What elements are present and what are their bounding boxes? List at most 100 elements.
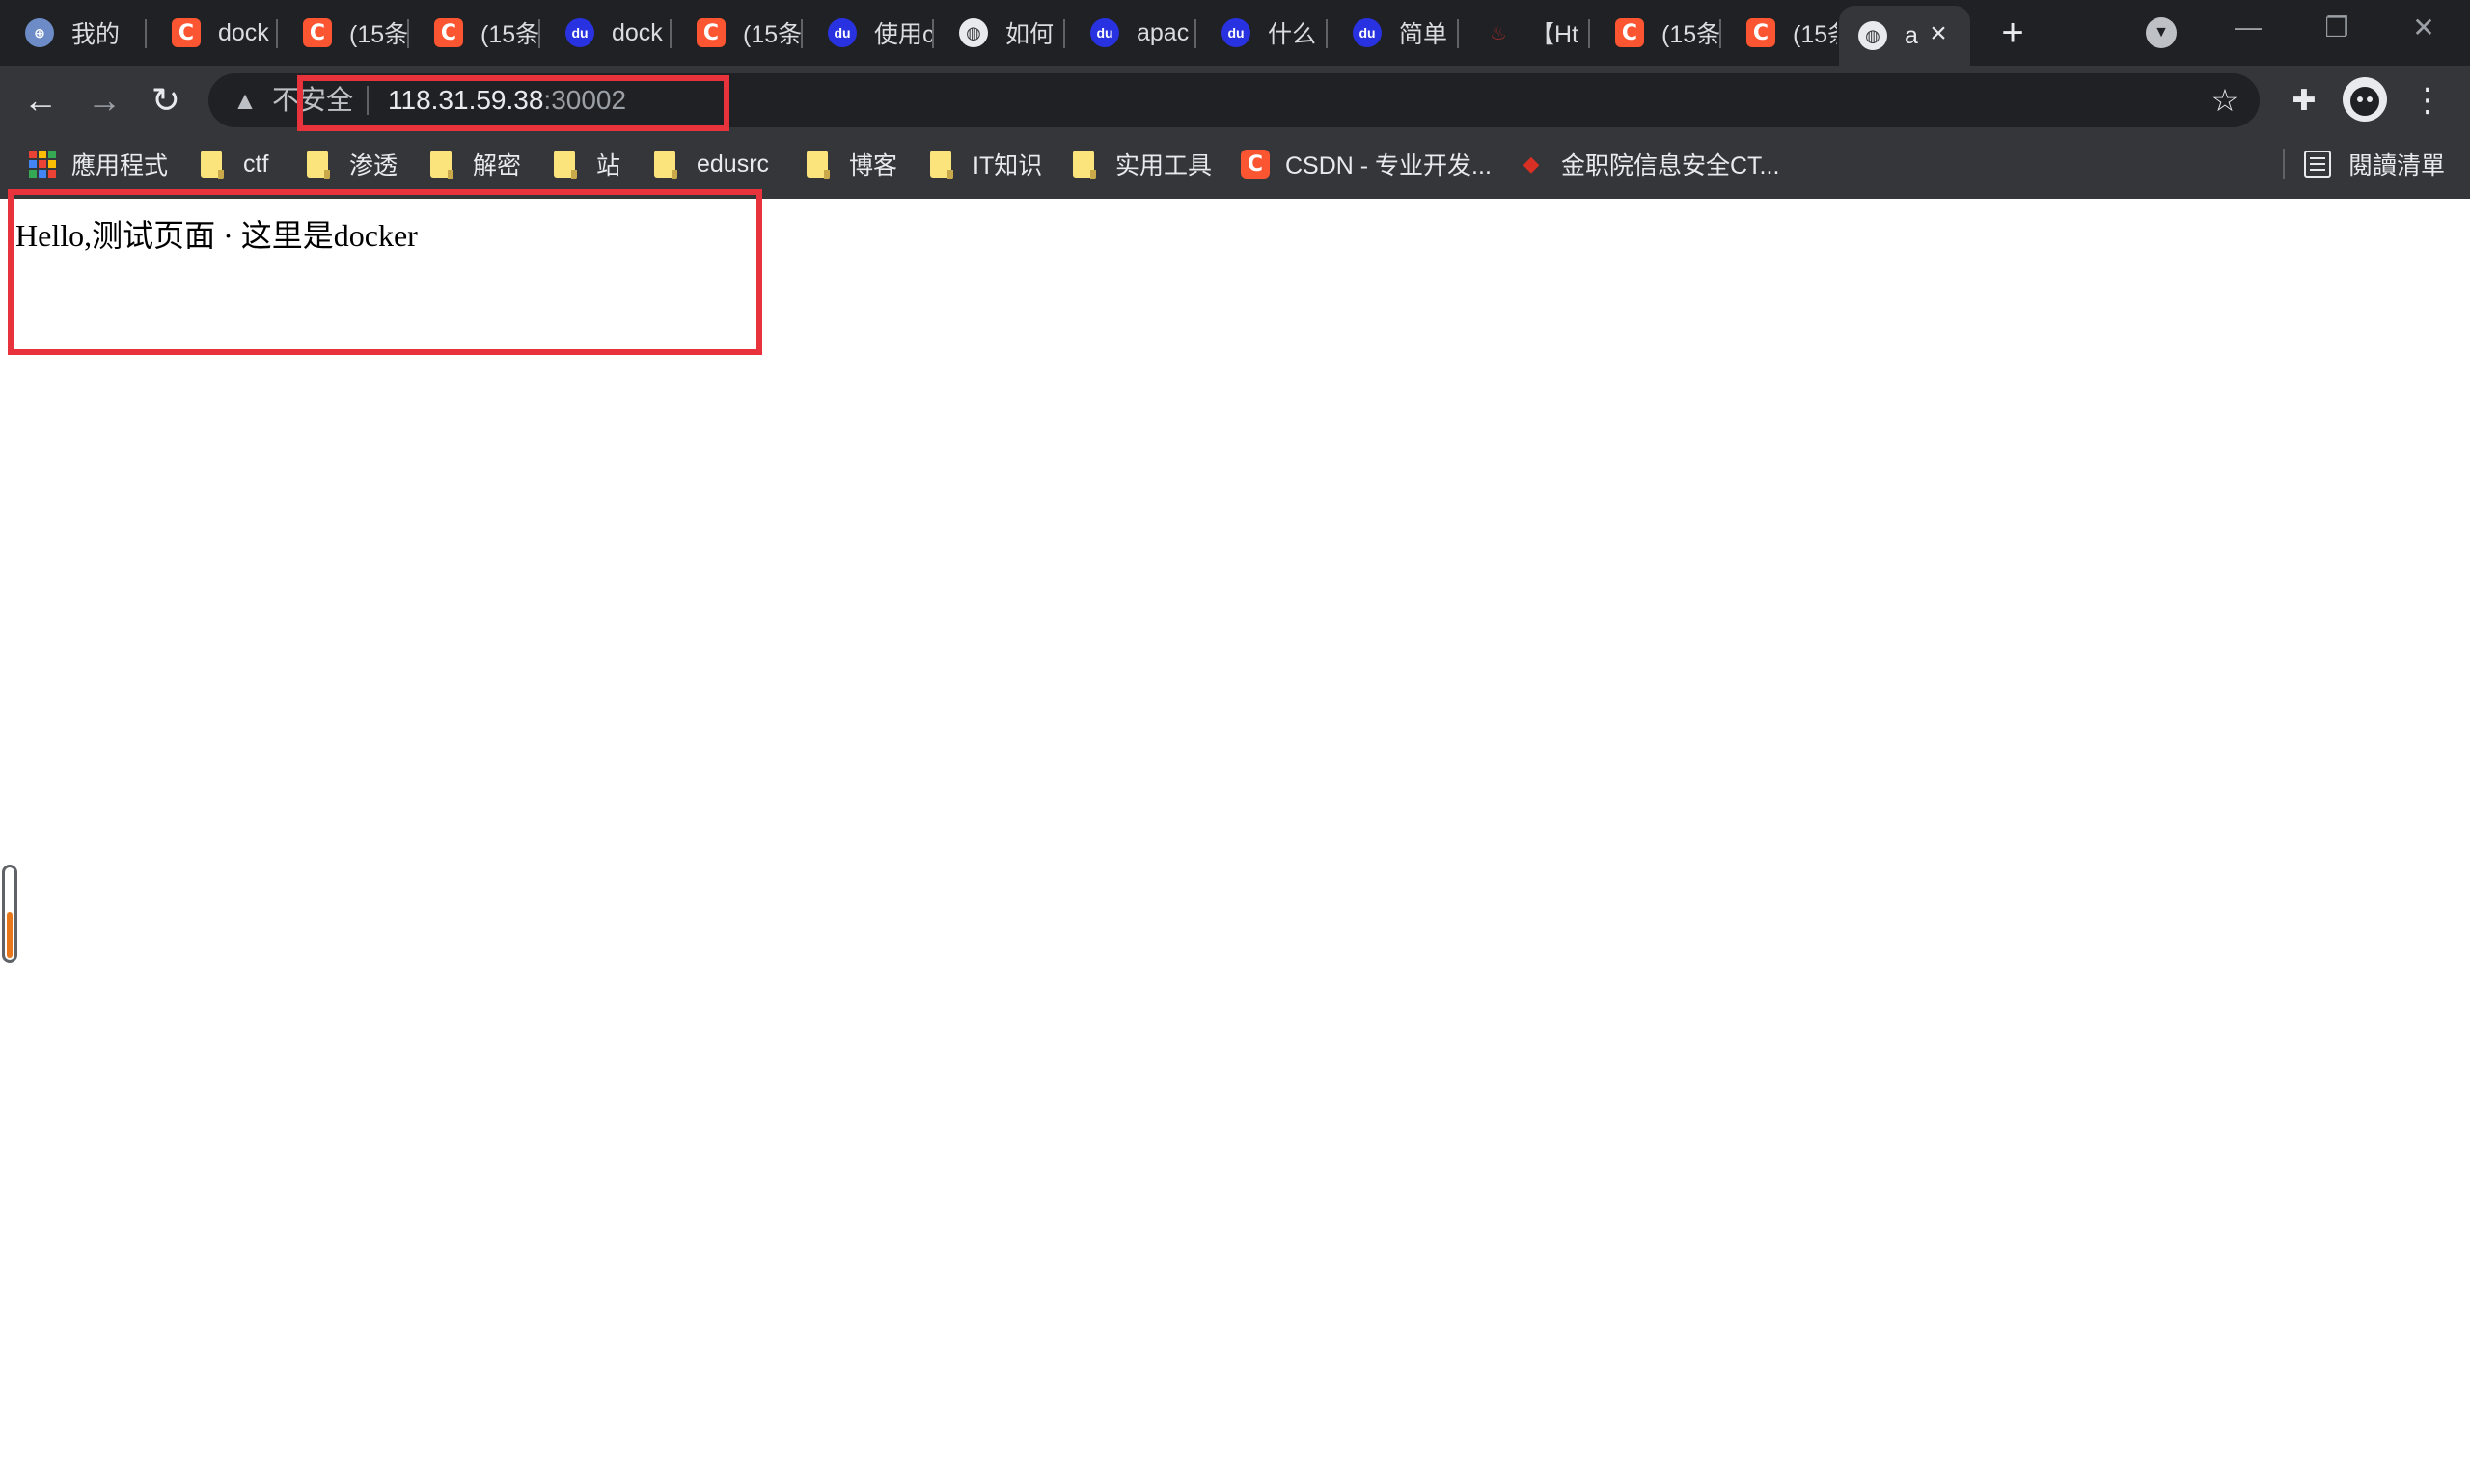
restore-icon[interactable]: ❐ bbox=[2308, 8, 2366, 46]
reading-list-label: 閱讀清單 bbox=[2348, 152, 2446, 179]
bookmark-folder-edusrc[interactable]: edusrc bbox=[654, 145, 769, 183]
tab-label: 我的 bbox=[71, 21, 121, 48]
reading-list-icon bbox=[2304, 151, 2331, 178]
tab-label: (15条 bbox=[1793, 21, 1837, 48]
tab-label: dock bbox=[612, 18, 663, 46]
close-tab-icon[interactable]: × bbox=[1924, 17, 1953, 49]
extensions-puzzle-icon[interactable]: ✚ bbox=[2285, 81, 2323, 120]
tab-strip: ⊕ 我的 C dock C (15条 C (15条 du dock C (15条 bbox=[0, 0, 2470, 66]
tab-label: 【Ht bbox=[1530, 21, 1579, 48]
folder-icon bbox=[554, 151, 577, 179]
folder-icon bbox=[430, 151, 453, 179]
bookmark-folder-site[interactable]: 站 bbox=[554, 145, 620, 183]
annotation-box-content bbox=[8, 189, 762, 355]
bookmark-label: ctf bbox=[243, 150, 269, 178]
avatar-eye bbox=[2367, 96, 2373, 102]
baidu-icon: du bbox=[1221, 18, 1250, 47]
tab-active[interactable]: ◍ a × bbox=[1839, 6, 1970, 66]
folder-icon bbox=[307, 151, 330, 179]
tab-14[interactable]: C (15条 bbox=[1721, 6, 1837, 60]
bookmark-folder-tools[interactable]: 实用工具 bbox=[1073, 145, 1212, 183]
folder-icon bbox=[654, 151, 677, 179]
csdn-icon: C bbox=[1615, 18, 1644, 47]
apps-icon bbox=[29, 151, 56, 178]
bookmark-label: 站 bbox=[596, 152, 621, 179]
bookmark-star-icon[interactable]: ☆ bbox=[2208, 83, 2242, 118]
bookmark-ctf-site[interactable]: ◆ 金职院信息安全CT... bbox=[1517, 145, 1780, 183]
folder-icon bbox=[1073, 151, 1096, 179]
blue-globe-icon: ⊕ bbox=[25, 18, 54, 47]
tab-label: 使用c bbox=[874, 21, 934, 48]
bookmark-label: 渗透 bbox=[349, 152, 398, 179]
tab-label: (15条 bbox=[1661, 21, 1721, 48]
csdn-icon: C bbox=[172, 18, 201, 47]
tab-7[interactable]: du 使用c bbox=[803, 6, 934, 60]
back-button[interactable]: ← bbox=[19, 79, 62, 122]
profile-avatar[interactable] bbox=[2343, 77, 2387, 122]
baidu-icon: du bbox=[1090, 18, 1119, 47]
avatar-eye bbox=[2357, 96, 2363, 102]
csdn-icon: C bbox=[697, 18, 726, 47]
bookmark-label: 金职院信息安全CT... bbox=[1561, 152, 1780, 179]
csdn-icon: C bbox=[434, 18, 463, 47]
csdn-icon: C bbox=[1746, 18, 1775, 47]
bookmark-label: 應用程式 bbox=[71, 152, 169, 179]
tab-1[interactable]: ⊕ 我的 bbox=[0, 6, 147, 60]
bookmark-label: CSDN - 专业开发... bbox=[1285, 152, 1492, 179]
bookmark-folder-blog[interactable]: 博客 bbox=[807, 145, 897, 183]
tab-11[interactable]: du 简单 bbox=[1328, 6, 1459, 60]
bookmarks-separator bbox=[2283, 149, 2285, 179]
folder-icon bbox=[807, 151, 830, 179]
site-icon: ◆ bbox=[1523, 151, 1540, 176]
new-tab-button[interactable]: + bbox=[1993, 12, 2032, 54]
tab-2[interactable]: C dock bbox=[147, 6, 278, 60]
tab-label: apac bbox=[1137, 18, 1190, 46]
forward-button[interactable]: → bbox=[83, 79, 125, 122]
globe-icon: ◍ bbox=[1858, 21, 1887, 50]
close-window-icon[interactable]: ✕ bbox=[2395, 8, 2453, 46]
minimize-icon[interactable]: — bbox=[2219, 8, 2277, 46]
bookmark-label: 博客 bbox=[849, 152, 898, 179]
tab-search-icon[interactable]: ▼ bbox=[2146, 17, 2177, 48]
tab-5[interactable]: du dock bbox=[540, 6, 672, 60]
tab-label: 什么 bbox=[1268, 21, 1317, 48]
bookmark-label: 解密 bbox=[473, 152, 522, 179]
bookmark-folder-decrypt[interactable]: 解密 bbox=[430, 145, 521, 183]
ht-icon: ♨ bbox=[1490, 22, 1507, 44]
annotation-box-url bbox=[297, 75, 729, 131]
tab-label: (15条 bbox=[743, 21, 803, 48]
reading-list-button[interactable]: 閱讀清單 bbox=[2304, 145, 2445, 183]
csdn-icon: C bbox=[1241, 150, 1270, 179]
bookmark-folder-ctf[interactable]: ctf bbox=[201, 145, 268, 183]
widget-fill bbox=[7, 912, 13, 958]
tab-12[interactable]: ♨ 【Ht bbox=[1459, 6, 1590, 60]
baidu-icon: du bbox=[565, 18, 594, 47]
avatar-face bbox=[2350, 87, 2379, 116]
bookmark-apps[interactable]: 應用程式 bbox=[29, 145, 168, 183]
tab-label: 简单 bbox=[1399, 21, 1448, 48]
folder-icon bbox=[201, 151, 224, 179]
tab-label: (15条 bbox=[349, 21, 409, 48]
menu-dots-icon[interactable]: ⋮ bbox=[2408, 79, 2447, 122]
bookmark-csdn[interactable]: C CSDN - 专业开发... bbox=[1241, 145, 1492, 183]
tab-10[interactable]: du 什么 bbox=[1196, 6, 1328, 60]
bookmark-folder-pentest[interactable]: 渗透 bbox=[307, 145, 398, 183]
bookmark-folder-it[interactable]: IT知识 bbox=[930, 145, 1042, 183]
tab-9[interactable]: du apac bbox=[1065, 6, 1196, 60]
tab-label: (15条 bbox=[480, 21, 540, 48]
tab-label: dock bbox=[218, 18, 269, 46]
folder-icon bbox=[930, 151, 953, 179]
bookmark-label: IT知识 bbox=[973, 152, 1043, 179]
floating-side-widget[interactable] bbox=[2, 865, 17, 963]
tab-6[interactable]: C (15条 bbox=[672, 6, 803, 60]
tab-13[interactable]: C (15条 bbox=[1590, 6, 1721, 60]
warning-icon[interactable]: ▲ bbox=[230, 85, 261, 116]
tab-8[interactable]: ◍ 如何 bbox=[934, 6, 1065, 60]
reload-button[interactable]: ↻ bbox=[145, 79, 187, 122]
tab-label: 如何 bbox=[1005, 21, 1055, 48]
tab-4[interactable]: C (15条 bbox=[409, 6, 540, 60]
csdn-icon: C bbox=[303, 18, 332, 47]
tab-3[interactable]: C (15条 bbox=[278, 6, 409, 60]
baidu-icon: du bbox=[1353, 18, 1382, 47]
baidu-icon: du bbox=[828, 18, 857, 47]
